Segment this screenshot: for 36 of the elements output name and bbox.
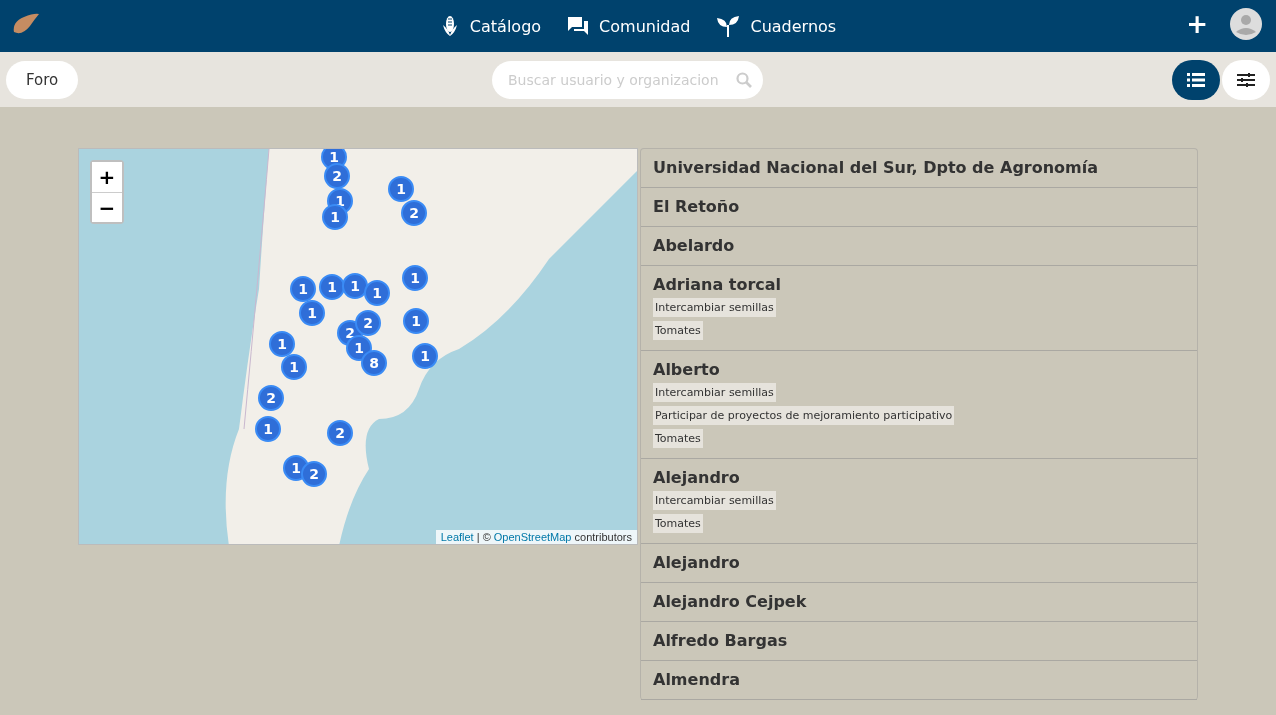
nav-link[interactable]: Cuadernos [716, 15, 837, 37]
organization-name[interactable]: Alejandro Cejpek [653, 592, 1185, 611]
organization-name[interactable]: Alberto [653, 360, 1185, 379]
organization-name[interactable]: Alejandro [653, 553, 1185, 572]
organization-name[interactable]: El Retoño [653, 197, 1185, 216]
organization-name[interactable]: Almendra [653, 670, 1185, 689]
map-drawing[interactable] [79, 149, 637, 544]
interest-tag: Intercambiar semillas [653, 383, 776, 402]
organization-name[interactable]: Abelardo [653, 236, 1185, 255]
interest-tag: Tomates [653, 514, 703, 533]
organization-name[interactable]: Alejandro [653, 468, 1185, 487]
nav-link[interactable]: Catálogo [439, 15, 542, 37]
seed-logo-icon[interactable] [12, 12, 40, 36]
add-button[interactable]: + [1186, 9, 1208, 39]
forum-button[interactable]: Foro [6, 60, 79, 99]
chat-icon [567, 16, 590, 36]
nav-link[interactable]: Comunidad [567, 16, 691, 36]
search-icon [736, 72, 752, 88]
openstreetmap-link[interactable]: OpenStreetMap [493, 531, 572, 543]
list-view-button[interactable] [1172, 60, 1220, 100]
interest-tag: Intercambiar semillas [653, 298, 776, 317]
organization-name[interactable]: Universidad Nacional del Sur, Dpto de Agronomía [653, 158, 1185, 177]
sprout-icon [716, 15, 741, 37]
map-attribution: Leaflet | © OpenStreetMap contributors [435, 530, 637, 544]
interest-tag: Tomates [653, 429, 703, 448]
sliders-icon [1237, 73, 1255, 87]
interest-tag: Tomates [653, 321, 703, 340]
interest-tag: Participar de proyectos de mejoramiento participativo [653, 406, 955, 425]
avatar-icon[interactable] [1230, 8, 1262, 40]
leaflet-link[interactable]: Leaflet [440, 531, 474, 543]
list-icon [1187, 73, 1205, 87]
organization-name[interactable]: Alfredo Bargas [653, 631, 1185, 650]
organization-name[interactable]: Adriana torcal [653, 275, 1185, 294]
zoom-out-button[interactable]: − [92, 192, 122, 222]
filter-button[interactable] [1222, 60, 1270, 100]
interest-tag: Intercambiar semillas [653, 491, 776, 510]
